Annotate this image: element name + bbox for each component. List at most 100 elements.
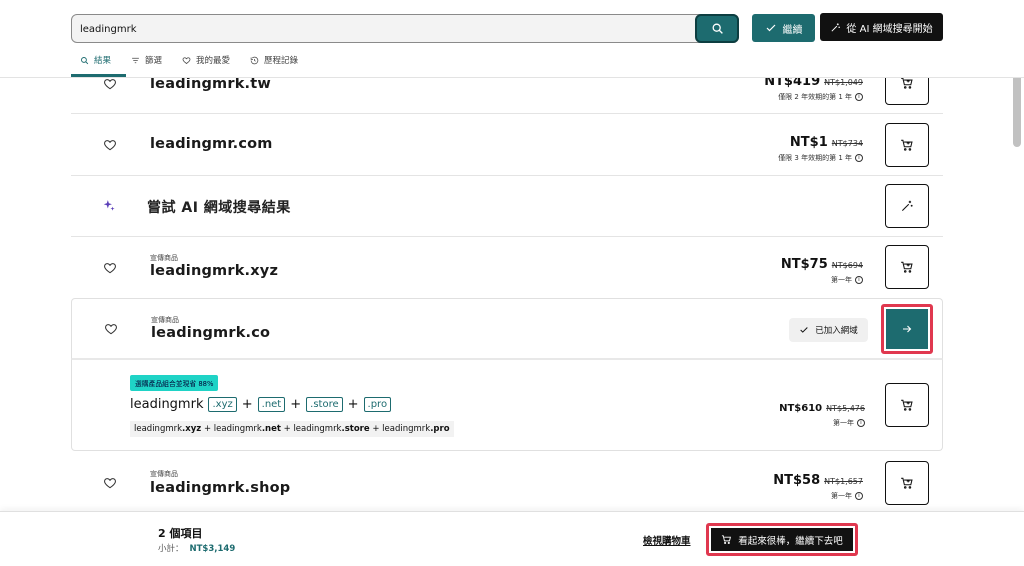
bundle-tld: .pro — [363, 397, 392, 412]
view-cart-link[interactable]: 檢視購物車 — [643, 533, 691, 547]
price-now: NT$75 — [780, 257, 828, 272]
bundle-tld: .xyz — [208, 397, 237, 412]
bundle-tld: .net — [257, 397, 286, 412]
price-term: 第一年 — [831, 492, 852, 500]
price-now: NT$610 — [779, 403, 823, 414]
domain-name: leadingmrk.xyz — [150, 263, 279, 279]
added-badge[interactable]: 已加入網域 — [789, 318, 868, 342]
price-term: 僅限 3 年效期的第 1 年 — [778, 154, 852, 162]
price-term: 第一年 — [833, 419, 854, 427]
tab-label: 篩選 — [145, 56, 163, 66]
heart-icon — [182, 56, 191, 64]
info-icon[interactable]: i — [855, 492, 863, 500]
promo-label: 宣傳商品 — [151, 316, 179, 324]
subtotal-value: NT$3,149 — [189, 544, 236, 554]
info-icon[interactable]: i — [855, 93, 863, 101]
tab-label: 歷程記錄 — [264, 56, 299, 66]
price-was: NT$1,657 — [824, 477, 863, 486]
tab-results[interactable]: 結果 — [80, 53, 111, 67]
plus: + — [347, 397, 359, 412]
plus: + — [241, 397, 253, 412]
cart-icon — [901, 477, 913, 489]
cart-icon — [901, 399, 913, 411]
price-now: NT$58 — [773, 473, 821, 488]
search-icon — [81, 56, 89, 64]
bundle-sub-part: .xyz — [182, 424, 202, 434]
selected-domain-row: 宣傳商品 leadingmrk.co 已加入網域 — [71, 298, 943, 359]
price-was: NT$734 — [831, 139, 863, 148]
tab-label: 我的最愛 — [196, 56, 231, 66]
arrow-right-icon — [903, 325, 912, 333]
bundle-sub-part: .net — [261, 424, 281, 434]
bundle-sub-part: + leadingmrk — [280, 424, 342, 434]
price-block: NT$58 NT$1,657 第一年 i — [773, 469, 863, 501]
cart-icon — [901, 261, 913, 273]
page: leadingmrk.tw NT$419 NT$1,049 僅限 2 年效期的第 … — [0, 0, 1024, 566]
domain-name: leadingmrk.tw — [150, 76, 271, 92]
tab-filters[interactable]: 篩選 — [131, 53, 162, 67]
checkout-label: 看起來很棒，繼續下去吧 — [738, 535, 843, 547]
continue-button[interactable]: 繼續 — [752, 14, 815, 42]
add-to-cart-button[interactable] — [885, 123, 929, 167]
search-input[interactable] — [80, 19, 690, 39]
search-button[interactable] — [695, 14, 739, 43]
domain-name: leadingmrk.co — [151, 325, 271, 341]
heart-icon[interactable] — [103, 138, 117, 152]
header: 繼續 從 AI 網域搜尋開始 結果 篩選 我的最愛 歷程記錄 — [0, 0, 1024, 78]
cart-icon — [901, 77, 913, 89]
history-icon — [250, 56, 259, 64]
tab-history[interactable]: 歷程記錄 — [250, 53, 298, 67]
bundle-sub-part: + leadingmrk — [369, 424, 431, 434]
ai-search-start-button[interactable]: 從 AI 網域搜尋開始 — [820, 13, 943, 41]
price-was: NT$5,476 — [826, 404, 865, 413]
bundle-sub-part: .store — [341, 424, 370, 434]
search-bar — [71, 14, 739, 43]
heart-icon[interactable] — [103, 261, 117, 275]
bundle-summary: leadingmrk.xyz + leadingmrk.net + leadin… — [130, 421, 454, 437]
bundle-savings-tag: 選購產品組合並現省 88% — [130, 375, 219, 391]
subtotal-label: 小計： — [158, 544, 184, 554]
info-icon[interactable]: i — [855, 276, 863, 284]
cart-item-count: 2 個項目 — [158, 527, 203, 540]
ai-search-button[interactable] — [885, 184, 929, 228]
tab-label: 結果 — [94, 56, 112, 66]
promo-label: 宣傳商品 — [150, 470, 178, 478]
cart-icon — [901, 139, 913, 151]
domain-name: leadingmrk.shop — [150, 480, 291, 496]
add-to-cart-button[interactable] — [885, 245, 929, 289]
info-icon[interactable]: i — [855, 154, 863, 162]
promo-label: 宣傳商品 — [150, 254, 178, 262]
filter-icon — [132, 57, 139, 63]
price-block: NT$1 NT$734 僅限 3 年效期的第 1 年i — [778, 131, 863, 163]
bundle-base: leadingmrk — [130, 397, 204, 412]
checkout-button[interactable]: 看起來很棒，繼續下去吧 — [706, 523, 858, 556]
price-block: NT$75 NT$694 第一年 i — [781, 253, 863, 285]
domain-row: 宣傳商品 leadingmrk.xyz NT$75 NT$694 第一年 i — [71, 237, 943, 298]
heart-icon[interactable] — [103, 77, 117, 91]
search-icon — [712, 23, 723, 34]
magic-wand-icon — [901, 200, 913, 212]
ai-search-start-label: 從 AI 網域搜尋開始 — [846, 23, 933, 35]
check-icon — [766, 24, 775, 32]
price-was: NT$694 — [831, 261, 863, 270]
plus: + — [290, 397, 302, 412]
add-bundle-to-cart-button[interactable] — [885, 383, 929, 427]
heart-icon[interactable] — [104, 322, 118, 336]
bundle-domains: leadingmrk .xyz + .net + .store + .pro — [130, 397, 392, 412]
result-tabs: 結果 篩選 我的最愛 歷程記錄 — [80, 53, 298, 67]
active-tab-indicator — [71, 74, 126, 77]
check-icon — [800, 327, 808, 333]
price-block: NT$610 NT$5,476 第一年 i — [779, 396, 865, 428]
go-arrow-button[interactable] — [881, 304, 933, 354]
tab-favorites[interactable]: 我的最愛 — [182, 53, 230, 67]
magic-wand-icon — [831, 22, 841, 31]
cart-footer: 2 個項目 小計： NT$3,149 檢視購物車 看起來很棒，繼續下去吧 — [0, 511, 1024, 566]
cart-icon — [722, 535, 732, 544]
bundle-sub-part: .pro — [430, 424, 450, 434]
added-label: 已加入網域 — [815, 326, 858, 336]
ai-search-row: 嘗試 AI 網域搜尋結果 — [71, 176, 943, 237]
add-to-cart-button[interactable] — [885, 461, 929, 505]
sparkle-icon — [103, 200, 115, 211]
info-icon[interactable]: i — [857, 419, 865, 427]
heart-icon[interactable] — [103, 476, 117, 490]
